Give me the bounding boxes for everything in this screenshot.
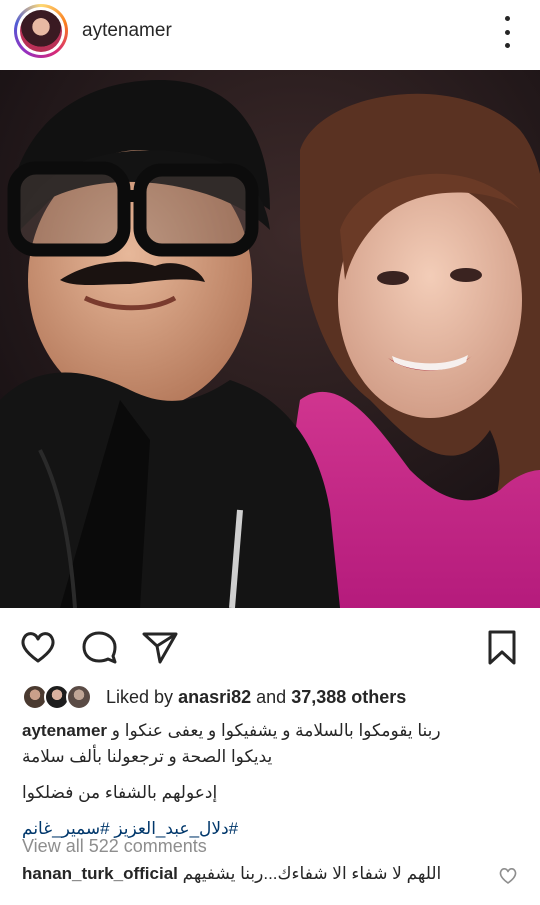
caption-line-3: إدعولهم بالشفاء من فضلكوا bbox=[22, 783, 218, 802]
caption-first-line: aytenamer ربنا يقومكوا بالسلامة و يشفيكو… bbox=[22, 718, 522, 744]
caption-line-2: يديكوا الصحة و ترجعولنا بألف سلامة bbox=[22, 747, 273, 766]
profile-avatar[interactable] bbox=[14, 4, 68, 58]
comment-username[interactable]: hanan_turk_official bbox=[22, 864, 178, 883]
caption-username[interactable]: aytenamer bbox=[22, 721, 107, 740]
liked-by-and: and bbox=[256, 686, 287, 707]
comment-icon[interactable] bbox=[80, 628, 120, 668]
post-photo[interactable] bbox=[0, 70, 540, 608]
more-vertical-icon[interactable] bbox=[502, 16, 512, 48]
liked-by-others[interactable]: 37,388 others bbox=[291, 687, 406, 707]
view-all-comments-link[interactable]: View all 522 comments bbox=[22, 836, 207, 857]
avatar-image bbox=[20, 10, 62, 52]
post-caption: aytenamer ربنا يقومكوا بالسلامة و يشفيكو… bbox=[22, 718, 522, 842]
comment-heart-icon[interactable] bbox=[498, 866, 518, 886]
comment-text: اللهم لا شفاء الا شفاءك...ربنا يشفيهم bbox=[182, 864, 442, 883]
liked-by-user[interactable]: anasri82 bbox=[178, 687, 251, 707]
likes-row[interactable]: Liked by anasri82 and 37,388 others bbox=[22, 682, 406, 712]
post-actions-bar bbox=[0, 608, 540, 678]
likes-text: Liked by anasri82 and 37,388 others bbox=[106, 687, 406, 708]
comment-row: hanan_turk_official اللهم لا شفاء الا شف… bbox=[22, 864, 522, 892]
liked-by-prefix: Liked by bbox=[106, 686, 174, 707]
caption-line-1: ربنا يقومكوا بالسلامة و يشفيكوا و يعفى ع… bbox=[111, 721, 441, 740]
post-username[interactable]: aytenamer bbox=[82, 20, 172, 42]
liker-avatar bbox=[66, 684, 92, 710]
heart-icon[interactable] bbox=[18, 628, 58, 668]
paper-plane-icon[interactable] bbox=[140, 628, 180, 668]
post-header: aytenamer bbox=[0, 0, 540, 68]
liker-avatars bbox=[22, 684, 96, 710]
bookmark-icon[interactable] bbox=[482, 628, 522, 668]
